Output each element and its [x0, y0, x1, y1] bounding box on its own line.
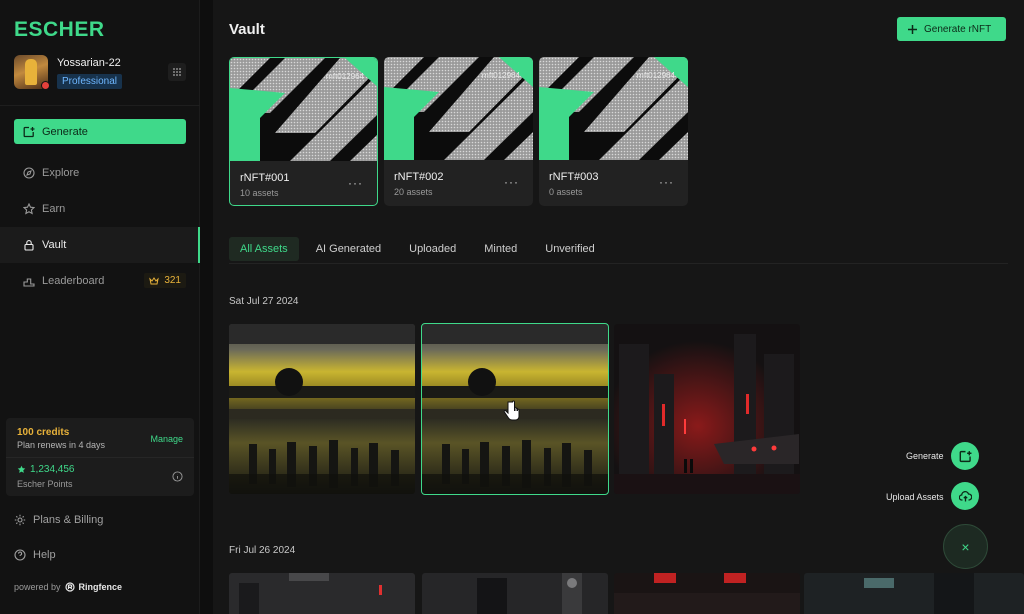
- rnft-name: rNFT#002: [394, 171, 444, 183]
- username: Yossarian-22: [57, 57, 121, 69]
- date-group-label: Fri Jul 26 2024: [229, 545, 296, 556]
- city-image: [614, 324, 800, 494]
- city-image: [804, 573, 1024, 614]
- asset-thumbnail[interactable]: [614, 324, 800, 494]
- close-icon: ×: [961, 538, 970, 555]
- generate-rnft-label: Generate rNFT: [924, 23, 992, 35]
- rnft-code: rnft012964: [325, 72, 364, 81]
- sidebar-item-vault[interactable]: Vault: [0, 227, 200, 263]
- crowd-image: [229, 324, 415, 494]
- main-content: Vault Generate rNFT rnft012964 rNFT#001 …: [213, 0, 1024, 614]
- asset-thumbnail[interactable]: [804, 573, 1024, 614]
- powered-by-label: powered by: [14, 582, 61, 592]
- sidebar-item-label: Leaderboard: [42, 275, 105, 287]
- tab-unverified[interactable]: Unverified: [534, 237, 606, 261]
- star-icon: [23, 203, 35, 215]
- credits-renew: Plan renews in 4 days: [17, 440, 106, 450]
- rnft-code: rnft012964: [481, 71, 520, 80]
- sidebar: ESCHER Yossarian-22 Professional Generat…: [0, 0, 200, 614]
- rnft-asset-count: 10 assets: [240, 188, 279, 198]
- sidebar-divider: [0, 105, 200, 106]
- date-group-label: Sat Jul 27 2024: [229, 296, 299, 307]
- tab-all-assets[interactable]: All Assets: [229, 237, 299, 261]
- profile-card[interactable]: Yossarian-22 Professional: [14, 55, 186, 91]
- help-icon: [14, 549, 26, 561]
- powered-by: powered by Ringfence: [14, 582, 122, 592]
- lock-icon: [24, 240, 34, 251]
- tab-ai-generated[interactable]: AI Generated: [305, 237, 392, 261]
- sidebar-item-leaderboard[interactable]: Leaderboard 321: [0, 263, 200, 299]
- fab-generate-label: Generate: [906, 451, 944, 461]
- tab-minted[interactable]: Minted: [473, 237, 528, 261]
- fab-close-button[interactable]: ×: [943, 524, 988, 569]
- gear-icon: [14, 514, 26, 526]
- crown-icon: [149, 276, 160, 284]
- ringfence-logo-icon: [64, 582, 75, 592]
- points-label: Escher Points: [17, 479, 73, 489]
- city-image: [229, 573, 415, 614]
- tab-uploaded[interactable]: Uploaded: [398, 237, 467, 261]
- podium-icon: [23, 278, 35, 287]
- points-value: 1,234,456: [30, 464, 75, 475]
- plus-icon: [908, 24, 917, 34]
- asset-thumbnail[interactable]: [614, 573, 800, 614]
- asset-tabs: All Assets AI Generated Uploaded Minted …: [229, 237, 1008, 264]
- plans-billing-label: Plans & Billing: [33, 514, 104, 526]
- rank-value: 321: [164, 275, 181, 286]
- more-options-icon[interactable]: ···: [504, 175, 519, 189]
- points-value-row: 1,234,456: [17, 464, 75, 475]
- rnft-asset-count: 20 assets: [394, 187, 433, 197]
- add-image-icon: [23, 126, 35, 137]
- brand-name[interactable]: Ringfence: [79, 582, 123, 592]
- info-icon[interactable]: [172, 471, 183, 482]
- apps-grid-button[interactable]: [168, 63, 186, 81]
- asset-thumbnail[interactable]: [422, 573, 608, 614]
- city-image: [614, 573, 800, 614]
- cloud-upload-icon: [958, 490, 972, 501]
- rnft-card[interactable]: rnft012964 rNFT#002 20 assets ···: [384, 57, 533, 206]
- sidebar-nav: Explore Earn Vault Leaderboard 321: [0, 155, 200, 299]
- credits-card: 100 credits Plan renews in 4 days Manage…: [6, 418, 194, 496]
- fab-upload-label: Upload Assets: [886, 492, 944, 502]
- sidebar-item-explore[interactable]: Explore: [0, 155, 200, 191]
- star-filled-icon: [17, 465, 26, 473]
- grid-icon: [173, 68, 181, 76]
- credits-title: 100 credits: [17, 427, 70, 438]
- asset-thumbnail[interactable]: [229, 573, 415, 614]
- generate-button[interactable]: Generate: [14, 119, 186, 144]
- city-image: [422, 573, 608, 614]
- add-image-icon: [959, 450, 971, 462]
- rnft-code: rnft012964: [636, 71, 675, 80]
- asset-thumbnail[interactable]: [229, 324, 415, 494]
- rnft-card[interactable]: rnft012964 rNFT#003 0 assets ···: [539, 57, 688, 206]
- fab-upload-button[interactable]: [951, 482, 979, 510]
- manage-link[interactable]: Manage: [150, 434, 183, 444]
- fab-generate-button[interactable]: [951, 442, 979, 470]
- help-label: Help: [33, 549, 56, 561]
- plans-billing-link[interactable]: Plans & Billing: [14, 514, 103, 526]
- rnft-asset-count: 0 assets: [549, 187, 583, 197]
- credits-divider: [6, 457, 194, 458]
- sidebar-item-label: Earn: [42, 203, 66, 215]
- hand-cursor-icon: [503, 400, 520, 421]
- rnft-card[interactable]: rnft012964 rNFT#001 10 assets ···: [229, 57, 378, 206]
- sidebar-item-earn[interactable]: Earn: [0, 191, 200, 227]
- rnft-name: rNFT#001: [240, 172, 290, 184]
- more-options-icon[interactable]: ···: [659, 175, 674, 189]
- sidebar-item-label: Vault: [42, 239, 67, 251]
- page-title: Vault: [229, 21, 265, 38]
- compass-icon: [23, 167, 35, 179]
- status-dot: [41, 81, 50, 90]
- plan-badge: Professional: [57, 74, 123, 89]
- generate-rnft-button[interactable]: Generate rNFT: [897, 17, 1006, 41]
- rank-badge: 321: [144, 273, 186, 288]
- help-link[interactable]: Help: [14, 549, 56, 561]
- more-options-icon[interactable]: ···: [348, 176, 363, 190]
- rnft-name: rNFT#003: [549, 171, 599, 183]
- app-logo[interactable]: ESCHER: [14, 18, 105, 42]
- sidebar-item-label: Explore: [42, 167, 80, 179]
- generate-label: Generate: [42, 125, 88, 138]
